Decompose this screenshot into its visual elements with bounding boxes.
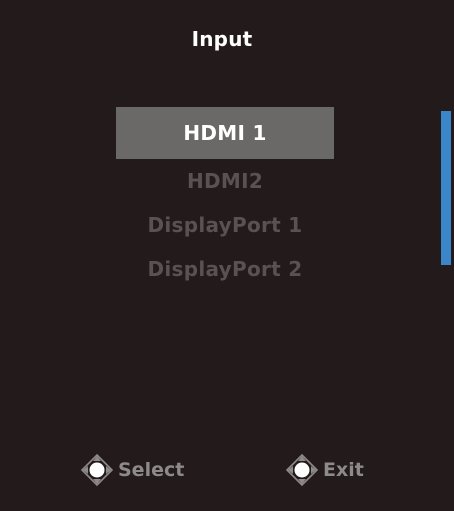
exit-label: Exit: [323, 459, 364, 481]
joystick-icon: [80, 453, 114, 487]
input-menu: HDMI 1 HDMI2 DisplayPort 1 DisplayPort 2: [116, 107, 334, 291]
select-hint: Select: [80, 453, 184, 487]
menu-item-hdmi-2[interactable]: HDMI2: [116, 159, 334, 203]
scroll-indicator: [441, 111, 451, 265]
menu-item-displayport-1[interactable]: DisplayPort 1: [116, 203, 334, 247]
menu-item-hdmi-1[interactable]: HDMI 1: [116, 107, 334, 159]
select-label: Select: [118, 459, 185, 481]
joystick-icon: [285, 453, 319, 487]
menu-item-displayport-2[interactable]: DisplayPort 2: [116, 247, 334, 291]
page-title: Input: [191, 27, 253, 51]
osd-panel: Input HDMI 1 HDMI2 DisplayPort 1 Display…: [0, 0, 454, 511]
exit-hint: Exit: [285, 453, 364, 487]
